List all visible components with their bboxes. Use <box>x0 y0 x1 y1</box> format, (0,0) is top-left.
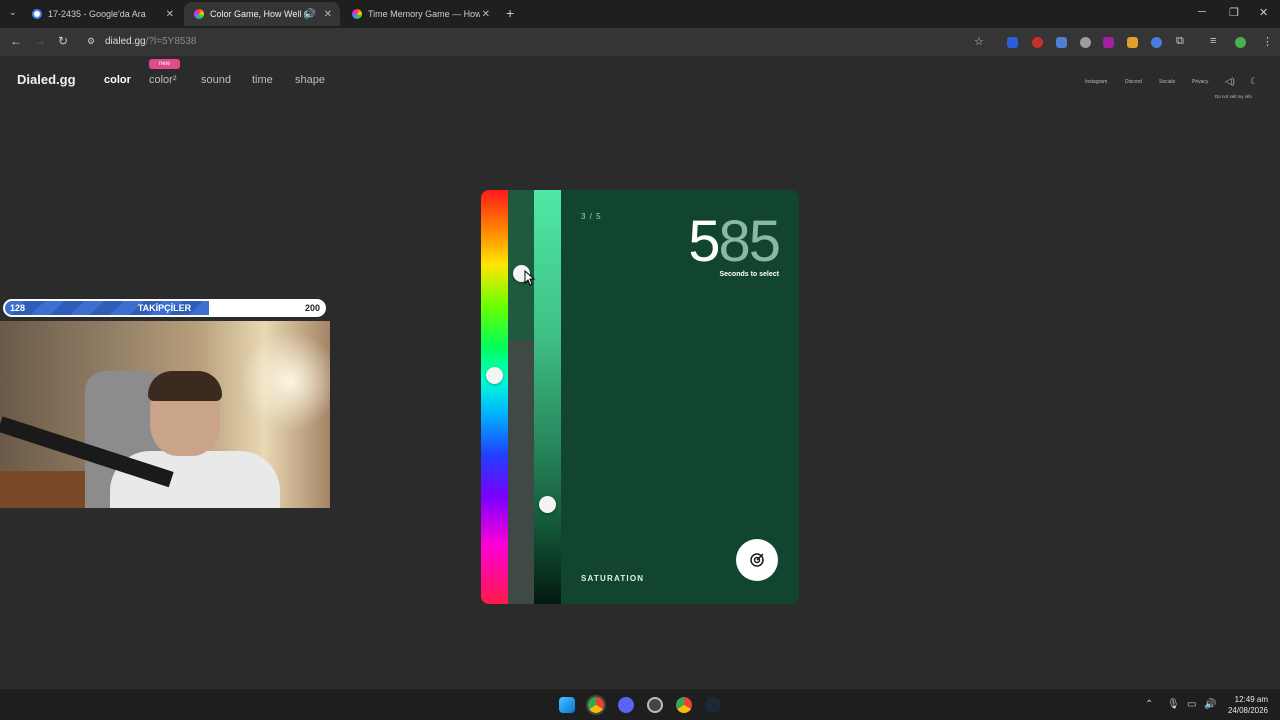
new-badge: new <box>149 59 180 69</box>
network-icon[interactable]: ▭ <box>1187 699 1196 710</box>
extension-icon[interactable] <box>1080 37 1091 48</box>
streamer-hair <box>148 371 222 401</box>
nav-sound[interactable]: sound <box>201 74 231 86</box>
discord-icon[interactable] <box>618 697 634 713</box>
window-close-icon[interactable]: ✕ <box>1259 6 1268 19</box>
close-icon[interactable]: ✕ <box>166 9 174 20</box>
webcam-feed <box>0 321 330 508</box>
color-game-card: 3 / 5 585 Seconds to select SATURATION <box>481 190 799 604</box>
microphone-icon[interactable]: 🎙 <box>1167 699 1180 710</box>
restore-icon[interactable]: ❐ <box>1229 6 1239 19</box>
extension-icon[interactable] <box>1151 37 1162 48</box>
new-tab-icon[interactable]: + <box>506 5 514 21</box>
follower-goal-bar: 128 TAKİPÇİLER 200 <box>3 299 326 317</box>
profile-avatar[interactable] <box>1235 37 1246 48</box>
forward-icon[interactable]: → <box>34 34 46 48</box>
url-host: dialed.gg <box>105 36 146 47</box>
steam-icon[interactable] <box>705 697 721 713</box>
slider-mode-label: SATURATION <box>581 574 645 583</box>
obs-icon[interactable] <box>647 697 663 713</box>
timer-caption: Seconds to select <box>719 271 779 278</box>
mouse-cursor-icon <box>524 270 535 286</box>
tab-time-memory-game[interactable]: Time Memory Game — How G ✕ <box>342 2 498 26</box>
extension-icon[interactable] <box>1103 37 1114 48</box>
nav-color-squared[interactable]: color² <box>149 74 177 86</box>
extension-icon[interactable] <box>1032 37 1043 48</box>
extension-icon[interactable] <box>1007 37 1018 48</box>
tab-color-game[interactable]: Color Game, How Well Can 🔊 ✕ <box>184 2 340 26</box>
speaker-icon[interactable]: 🔊 <box>304 9 316 20</box>
follower-goal-max: 200 <box>304 303 320 313</box>
site-info-icon[interactable]: ⚙ <box>87 36 95 47</box>
extension-icon[interactable] <box>1056 37 1067 48</box>
chrome-profile-icon[interactable] <box>676 697 692 713</box>
clock-time: 12:49 am <box>1234 695 1268 704</box>
tab-title: Color Game, How Well Can <box>210 9 308 19</box>
countdown-timer: 585 <box>688 209 781 274</box>
nav-time[interactable]: time <box>252 74 273 86</box>
timer-fraction: 85 <box>718 209 780 274</box>
dark-mode-moon-icon[interactable]: ☾ <box>1250 76 1258 87</box>
back-icon[interactable]: ← <box>10 34 22 48</box>
close-icon[interactable]: ✕ <box>324 9 332 20</box>
hue-slider-handle[interactable] <box>486 367 503 384</box>
sound-toggle-icon[interactable]: ◁) <box>1225 76 1235 87</box>
tab-title: Time Memory Game — How G <box>368 9 480 19</box>
saturation-slider-handle[interactable] <box>539 496 556 513</box>
tab-google-search[interactable]: 17-2435 - Google'da Ara ✕ <box>22 2 182 26</box>
link-instagram[interactable]: Instagram <box>1085 79 1107 85</box>
chrome-icon[interactable] <box>586 695 606 715</box>
tab-search-icon[interactable]: ⌄ <box>9 7 17 18</box>
clock-date: 24/08/2026 <box>1227 706 1268 715</box>
lamp-glow <box>240 331 330 431</box>
tray-overflow-icon[interactable]: ⌃ <box>1145 699 1153 710</box>
tab-title: 17-2435 - Google'da Ara <box>48 9 146 19</box>
site-logo[interactable]: Dialed.gg <box>17 72 76 87</box>
dialed-favicon-icon <box>352 9 362 19</box>
bookmark-star-icon[interactable]: ☆ <box>974 35 984 48</box>
url-field[interactable]: dialed.gg/?l=5Y8538 <box>105 36 196 47</box>
minimize-icon[interactable]: ─ <box>1198 6 1206 18</box>
volume-icon[interactable]: 🔊 <box>1204 699 1216 710</box>
target-check-icon <box>750 553 764 567</box>
google-favicon-icon <box>32 9 42 19</box>
round-counter: 3 / 5 <box>581 212 602 221</box>
saturation-slider[interactable] <box>534 190 561 604</box>
hue-slider[interactable] <box>481 190 508 604</box>
address-toolbar: ← → ↻ ⚙ dialed.gg/?l=5Y8538 ☆ ⧉ ≡ ⋮ <box>0 28 1280 56</box>
extensions-puzzle-icon[interactable]: ⧉ <box>1176 35 1184 48</box>
reload-icon[interactable]: ↻ <box>58 34 68 48</box>
windows-start-icon[interactable] <box>559 697 575 713</box>
menu-kebab-icon[interactable]: ⋮ <box>1262 35 1273 48</box>
url-path: /?l=5Y8538 <box>145 36 197 47</box>
link-socials[interactable]: Socials <box>1159 79 1175 85</box>
close-icon[interactable]: ✕ <box>482 9 490 20</box>
dialed-favicon-icon <box>194 9 204 19</box>
extension-icon[interactable] <box>1127 37 1138 48</box>
link-do-not-sell[interactable]: Do not sell my info <box>1215 94 1252 99</box>
media-control-icon[interactable]: ≡ <box>1210 35 1216 47</box>
nav-color[interactable]: color <box>104 74 131 86</box>
browser-tab-strip: ⌄ 17-2435 - Google'da Ara ✕ Color Game, … <box>0 0 1280 28</box>
submit-color-button[interactable] <box>736 539 778 581</box>
link-privacy[interactable]: Privacy <box>1192 79 1208 85</box>
timer-seconds: 5 <box>688 209 720 274</box>
system-clock[interactable]: 12:49 am 24/08/2026 <box>1228 694 1268 716</box>
windows-taskbar: ⌃ 🎙 ▭ 🔊 12:49 am 24/08/2026 <box>0 688 1280 720</box>
nav-shape[interactable]: shape <box>295 74 325 86</box>
follower-goal-label: TAKİPÇİLER <box>137 303 192 313</box>
link-discord[interactable]: Discord <box>1125 79 1142 85</box>
